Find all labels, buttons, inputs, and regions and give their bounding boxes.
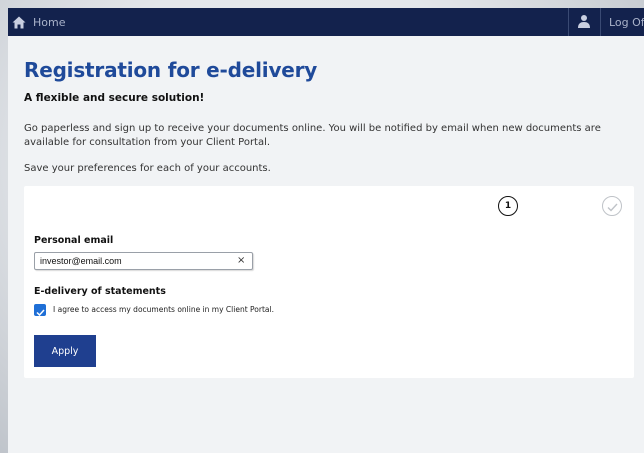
home-link[interactable]: Home xyxy=(12,14,65,30)
page-subtitle: A flexible and secure solution! xyxy=(24,92,205,104)
email-label: Personal email xyxy=(34,235,114,246)
clear-icon[interactable]: × xyxy=(237,254,245,268)
save-preferences-text: Save your preferences for each of your a… xyxy=(24,163,271,174)
registration-card: 1 Personal email × E-delivery of stateme… xyxy=(24,186,634,378)
home-icon xyxy=(12,16,26,29)
checkmark-icon xyxy=(35,301,45,320)
check-icon xyxy=(607,197,618,216)
edelivery-label: E-delivery of statements xyxy=(34,286,166,297)
step-indicator-1: 1 xyxy=(498,196,518,216)
email-input[interactable] xyxy=(40,254,220,268)
intro-text: Go paperless and sign up to receive your… xyxy=(24,123,601,148)
step-indicator-2 xyxy=(602,196,622,216)
agree-checkbox[interactable] xyxy=(34,304,46,316)
agree-label: I agree to access my documents online in… xyxy=(53,305,274,314)
email-field[interactable]: × xyxy=(34,252,253,270)
main-content: Registration for e-delivery A flexible a… xyxy=(8,36,644,453)
browser-viewport: Home Log Off Registration for e-delivery… xyxy=(8,8,644,453)
user-menu-button[interactable] xyxy=(568,8,599,36)
user-icon xyxy=(577,13,591,32)
page-title: Registration for e-delivery xyxy=(24,58,318,82)
home-label: Home xyxy=(33,15,66,29)
logout-link[interactable]: Log Off xyxy=(600,8,644,36)
apply-button[interactable]: Apply xyxy=(34,335,96,367)
top-navigation-bar: Home Log Off xyxy=(8,8,644,36)
